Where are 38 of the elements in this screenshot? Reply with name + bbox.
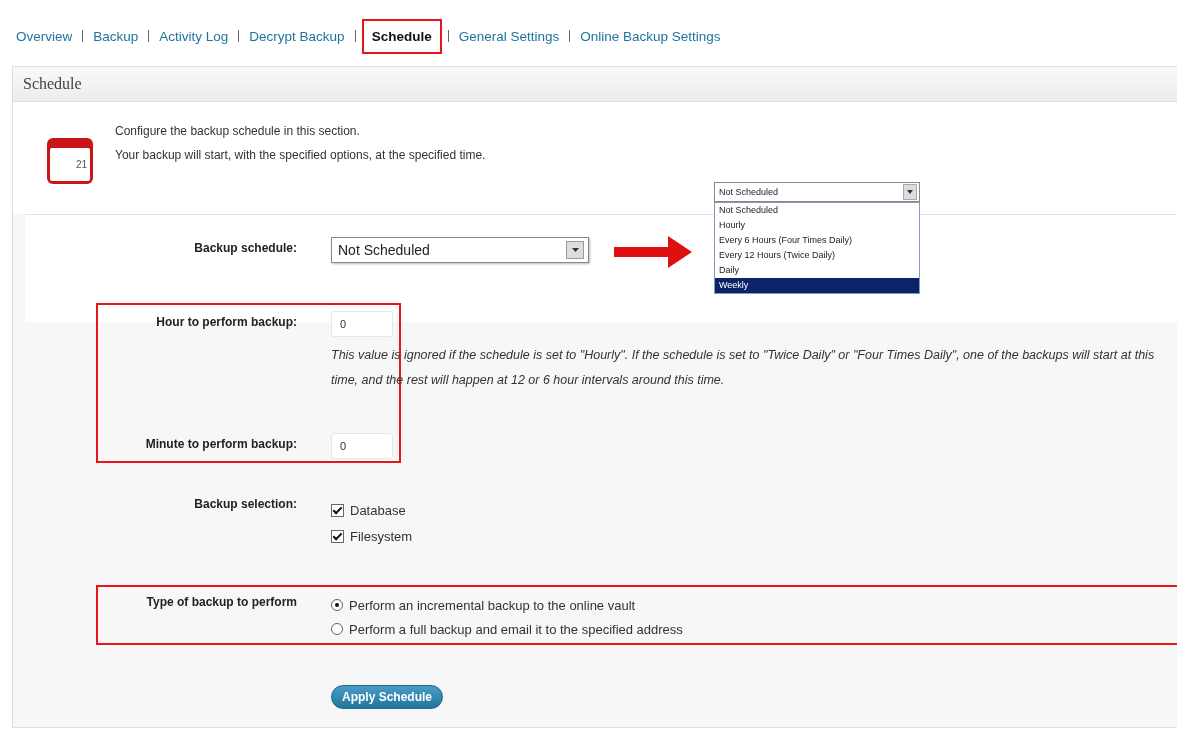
apply-schedule-button[interactable]: Apply Schedule bbox=[331, 685, 444, 709]
field-label: Backup selection: bbox=[193, 497, 297, 513]
dropdown-caret-icon bbox=[907, 190, 913, 194]
nav-link[interactable]: Online Backup Settings bbox=[576, 22, 725, 50]
nav-link[interactable]: Decrypt Backup bbox=[245, 22, 349, 50]
dropdown-option[interactable]: Every 6 Hours (Four Times Daily) bbox=[715, 233, 919, 248]
option-label[interactable]: Filesystem bbox=[350, 528, 413, 544]
option-label[interactable]: Perform a full backup and email it to the specified address bbox=[349, 621, 683, 637]
checkbox[interactable] bbox=[331, 529, 344, 543]
nav-link[interactable]: Backup bbox=[89, 22, 143, 50]
nav-link[interactable]: Schedule bbox=[361, 18, 442, 54]
dropdown-option[interactable]: Not Scheduled bbox=[715, 203, 919, 218]
panel-title: Schedule bbox=[23, 75, 82, 93]
dropdown-option[interactable]: Every 12 Hours (Twice Daily) bbox=[715, 248, 919, 263]
nav-link[interactable]: Activity Log bbox=[155, 22, 233, 50]
radio-button[interactable] bbox=[331, 623, 343, 635]
dropdown-option[interactable]: Weekly bbox=[715, 278, 919, 293]
field-label: Hour to perform backup: bbox=[155, 314, 297, 331]
description-text: Configure the backup schedule in this section. bbox=[115, 124, 361, 138]
schedule-dropdown[interactable]: Not Scheduled bbox=[331, 237, 589, 263]
option-label[interactable]: Database bbox=[350, 502, 406, 518]
description-text: Your backup will start, with the specified options, at the specified time. bbox=[115, 148, 486, 162]
calendar-icon: 21 bbox=[47, 138, 93, 184]
dropdown-caret-icon bbox=[571, 248, 579, 252]
field-label: Type of backup to perform bbox=[145, 594, 297, 611]
checkbox[interactable] bbox=[331, 503, 344, 517]
nav-link[interactable]: General Settings bbox=[454, 22, 564, 50]
number-field[interactable]: 0 bbox=[331, 433, 393, 459]
schedule-dropdown[interactable]: Not Scheduled bbox=[714, 182, 920, 202]
option-label[interactable]: Perform an incremental backup to the online vault bbox=[349, 597, 636, 613]
dropdown-option[interactable]: Daily bbox=[715, 263, 919, 278]
radio-button[interactable] bbox=[331, 599, 343, 611]
field-label: Backup schedule: bbox=[193, 240, 297, 257]
arrow-icon bbox=[612, 234, 694, 270]
field-label: Minute to perform backup: bbox=[144, 436, 297, 453]
nav-link[interactable]: Overview bbox=[12, 22, 77, 50]
dropdown-option[interactable]: Hourly bbox=[715, 218, 919, 233]
number-field[interactable]: 0 bbox=[331, 311, 393, 337]
